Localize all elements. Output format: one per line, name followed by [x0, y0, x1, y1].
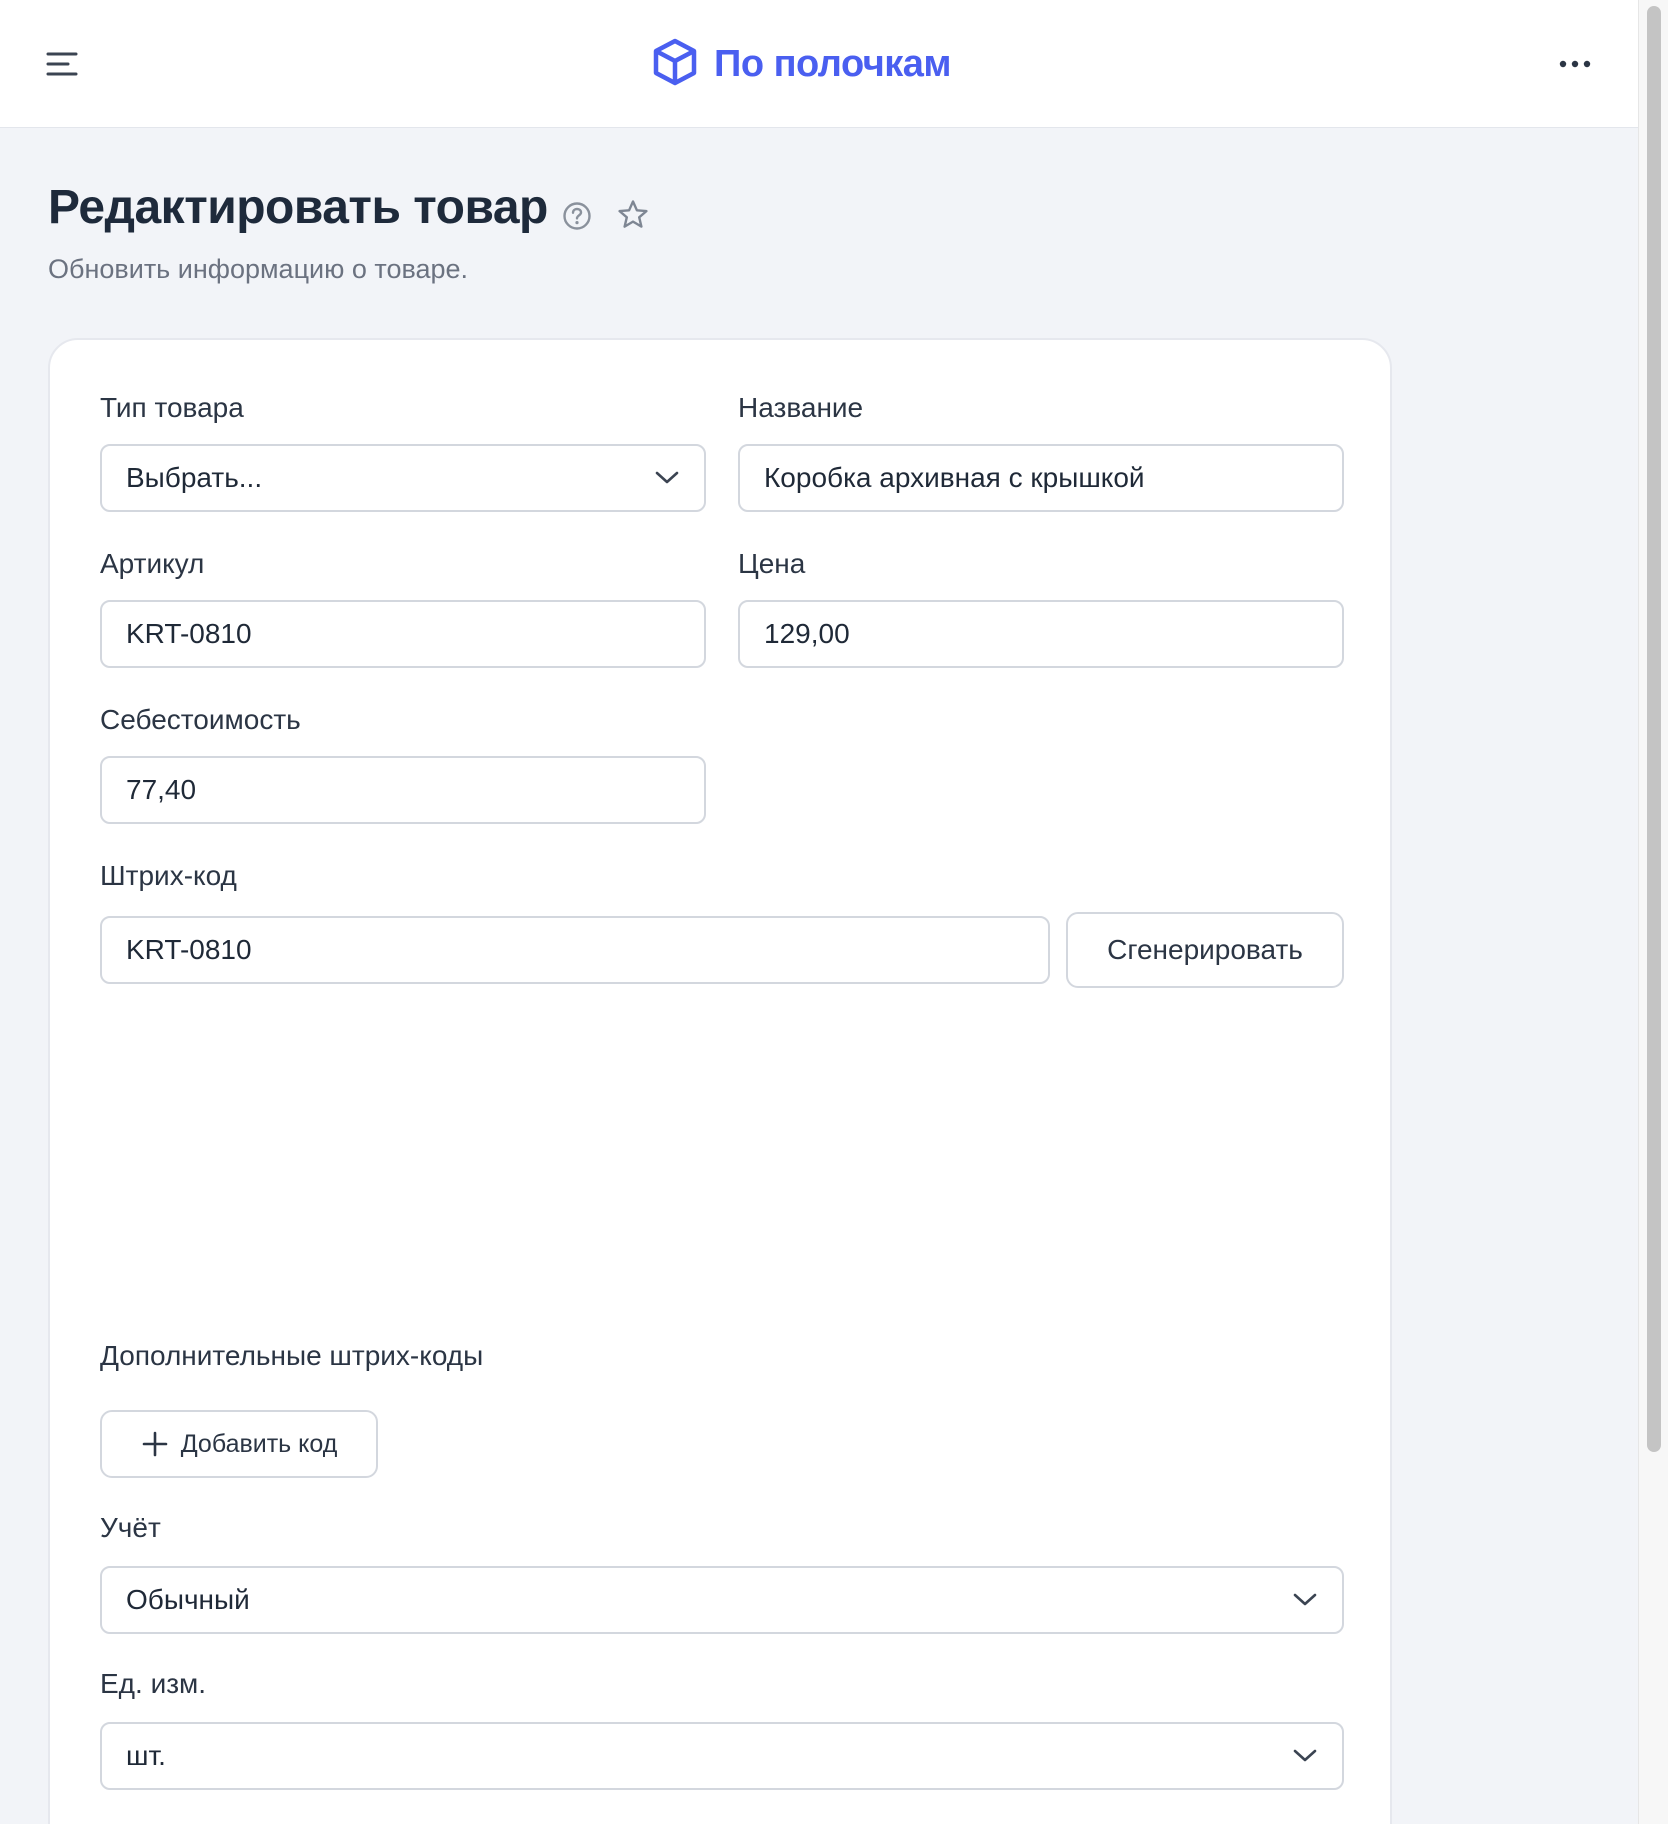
brand-logo[interactable]: По полочкам: [650, 36, 952, 92]
barcode-input[interactable]: KRT-0810: [100, 916, 1050, 984]
generate-barcode-label: Сгенерировать: [1107, 934, 1303, 965]
add-code-button[interactable]: Добавить код: [100, 1410, 378, 1478]
unit-value: шт.: [126, 1740, 166, 1771]
star-icon[interactable]: [616, 198, 650, 232]
barcode-value: KRT-0810: [126, 934, 252, 965]
more-horizontal-icon[interactable]: [1556, 50, 1594, 78]
accounting-label: Учёт: [100, 1512, 161, 1543]
sku-input[interactable]: KRT-0810: [100, 600, 706, 668]
accounting-select[interactable]: Обычный: [100, 1566, 1344, 1634]
price-value: 129,00: [764, 618, 850, 649]
product-type-select[interactable]: Выбрать...: [100, 444, 706, 512]
cost-value: 77,40: [126, 774, 197, 805]
product-type-value: Выбрать...: [126, 462, 263, 493]
unit-label: Ед. изм.: [100, 1668, 207, 1699]
brand-name: По полочкам: [714, 42, 952, 85]
menu-icon[interactable]: [44, 46, 80, 82]
price-input[interactable]: 129,00: [738, 600, 1344, 668]
sku-value: KRT-0810: [126, 618, 252, 649]
product-form-card: Тип товара Выбрать... Название Коробка а…: [48, 338, 1392, 1824]
sku-label: Артикул: [100, 548, 205, 579]
scrollbar[interactable]: [1638, 0, 1668, 1824]
product-type-label: Тип товара: [100, 392, 244, 423]
accounting-value: Обычный: [126, 1584, 250, 1615]
page-subtitle: Обновить информацию о товаре.: [48, 254, 469, 284]
price-label: Цена: [738, 548, 806, 579]
chevron-down-icon: [1293, 1593, 1317, 1606]
name-label: Название: [738, 392, 864, 423]
cost-input[interactable]: 77,40: [100, 756, 706, 824]
generate-barcode-button[interactable]: Сгенерировать: [1066, 912, 1344, 988]
extra-barcodes-label: Дополнительные штрих-коды: [100, 1340, 484, 1371]
scrollbar-thumb[interactable]: [1647, 6, 1661, 1452]
unit-select[interactable]: шт.: [100, 1722, 1344, 1790]
box-logo-icon: [650, 37, 700, 92]
cost-label: Себестоимость: [100, 704, 301, 735]
plus-icon: [142, 1431, 168, 1457]
help-icon[interactable]: [562, 201, 592, 231]
chevron-down-icon: [655, 471, 679, 484]
chevron-down-icon: [1293, 1749, 1317, 1762]
add-code-label: Добавить код: [180, 1429, 338, 1458]
name-input[interactable]: Коробка архивная с крышкой: [738, 444, 1344, 512]
top-bar: По полочкам: [0, 0, 1638, 128]
name-value: Коробка архивная с крышкой: [764, 462, 1145, 493]
barcode-label: Штрих-код: [100, 860, 237, 891]
page-title: Редактировать товар: [48, 181, 548, 234]
